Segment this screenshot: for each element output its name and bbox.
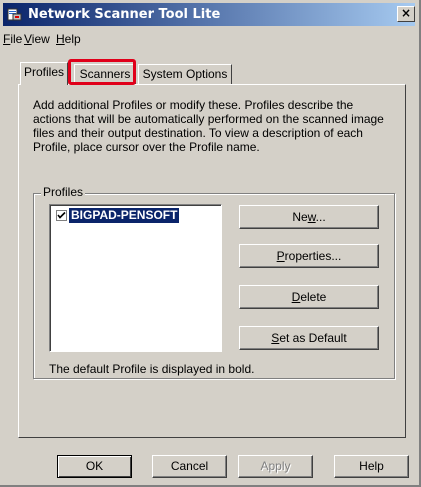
tab-panel [18,84,406,438]
scanner-app-icon [7,8,22,21]
cancel-button[interactable]: Cancel [152,455,227,478]
scanners-tab-highlight [68,59,136,85]
menu-help[interactable]: Help [56,32,81,46]
help-button[interactable]: Help [334,455,409,478]
tab-system-options[interactable]: System Options [138,64,232,84]
window-title: Network Scanner Tool Lite [28,7,221,22]
ok-button[interactable]: OK [57,455,132,478]
menu-file[interactable]: File [3,32,22,46]
close-button[interactable]: × [397,6,415,22]
title-bar[interactable]: Network Scanner Tool Lite × [3,3,415,26]
tab-profiles[interactable]: Profiles [20,62,68,85]
dialog-window: Network Scanner Tool Lite × File View He… [0,0,421,487]
close-icon: × [400,6,412,20]
apply-button[interactable]: Apply [238,455,313,478]
menu-view[interactable]: View [24,32,50,46]
